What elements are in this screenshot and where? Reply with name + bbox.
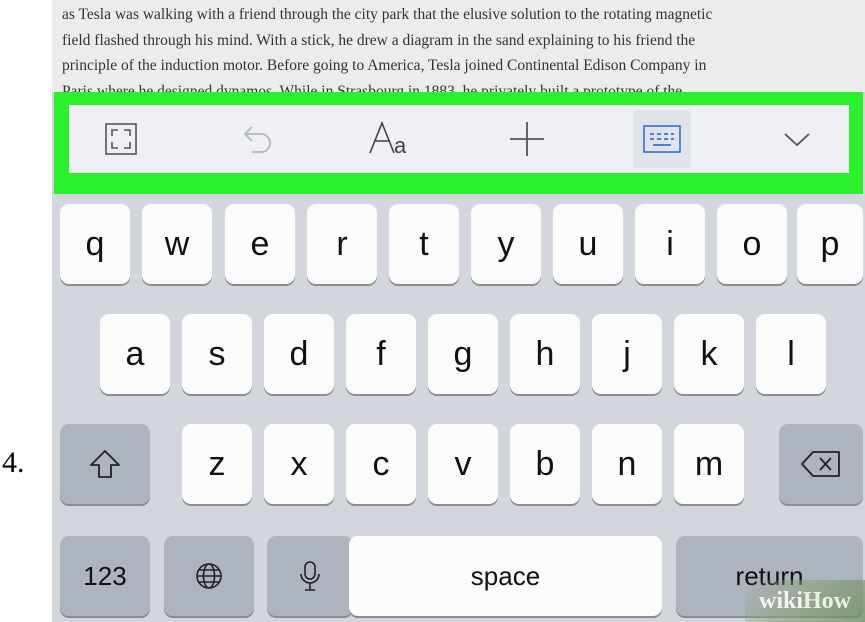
chevron-down-icon xyxy=(784,133,810,147)
key-u[interactable]: u xyxy=(553,204,623,284)
wikihow-watermark: wiki How xyxy=(745,580,865,622)
fullscreen-button[interactable] xyxy=(69,105,173,173)
keyboard-toolbar: a xyxy=(69,105,849,173)
doc-line: field flashed through his mind. With a s… xyxy=(62,31,696,49)
key-t[interactable]: t xyxy=(389,204,459,284)
key-j[interactable]: j xyxy=(592,314,662,394)
doc-line: principle of the induction motor. Before… xyxy=(62,57,707,74)
delete-key[interactable] xyxy=(779,424,863,504)
expand-corners-icon xyxy=(105,123,137,155)
key-i[interactable]: i xyxy=(635,204,705,284)
format-button[interactable]: a xyxy=(339,105,443,173)
key-k[interactable]: k xyxy=(674,314,744,394)
microphone-icon xyxy=(300,561,320,591)
undo-icon xyxy=(243,126,272,153)
insert-button[interactable] xyxy=(475,105,579,173)
keyboard-button[interactable] xyxy=(610,105,714,173)
watermark-wiki: wiki xyxy=(758,587,803,614)
ios-screenshot: as Tesla was walking with a friend throu… xyxy=(52,0,865,622)
key-h[interactable]: h xyxy=(510,314,580,394)
dismiss-keyboard-button[interactable] xyxy=(745,105,849,173)
key-d[interactable]: d xyxy=(264,314,334,394)
key-p[interactable]: p xyxy=(797,204,863,284)
keyboard-icon xyxy=(642,125,681,153)
doc-line: as Tesla was walking with a friend throu… xyxy=(62,6,713,23)
key-c[interactable]: c xyxy=(346,424,416,504)
key-l[interactable]: l xyxy=(756,314,826,394)
dictation-key[interactable] xyxy=(267,536,353,616)
key-q[interactable]: q xyxy=(60,204,130,284)
key-f[interactable]: f xyxy=(346,314,416,394)
toolbar-highlight: a xyxy=(54,92,863,194)
step-number: 4. xyxy=(2,446,25,479)
key-a[interactable]: a xyxy=(100,314,170,394)
svg-text:a: a xyxy=(394,133,407,158)
globe-icon xyxy=(196,563,222,589)
key-n[interactable]: n xyxy=(592,424,662,504)
space-key[interactable]: space xyxy=(349,536,662,616)
key-b[interactable]: b xyxy=(510,424,580,504)
key-e[interactable]: e xyxy=(225,204,295,284)
shift-key[interactable] xyxy=(60,424,150,504)
key-y[interactable]: y xyxy=(471,204,541,284)
key-o[interactable]: o xyxy=(717,204,787,284)
key-x[interactable]: x xyxy=(264,424,334,504)
key-w[interactable]: w xyxy=(142,204,212,284)
doc-line: Paris where he designed dynamos. While i… xyxy=(62,82,683,93)
key-g[interactable]: g xyxy=(428,314,498,394)
key-s[interactable]: s xyxy=(182,314,252,394)
globe-key[interactable] xyxy=(164,536,254,616)
text-format-icon: a xyxy=(369,120,407,158)
key-m[interactable]: m xyxy=(674,424,744,504)
key-v[interactable]: v xyxy=(428,424,498,504)
plus-icon xyxy=(509,122,544,156)
key-r[interactable]: r xyxy=(307,204,377,284)
shift-icon xyxy=(90,450,120,478)
backspace-icon xyxy=(801,451,840,477)
key-z[interactable]: z xyxy=(182,424,252,504)
undo-button[interactable] xyxy=(204,105,308,173)
numbers-key[interactable]: 123 xyxy=(60,536,150,616)
keyboard: q w e r t y u i o p a s d f g h j k l z … xyxy=(52,194,865,622)
keyboard-button-highlight xyxy=(632,110,691,168)
watermark-how: How xyxy=(803,587,851,614)
document-text: as Tesla was walking with a friend throu… xyxy=(52,0,865,92)
